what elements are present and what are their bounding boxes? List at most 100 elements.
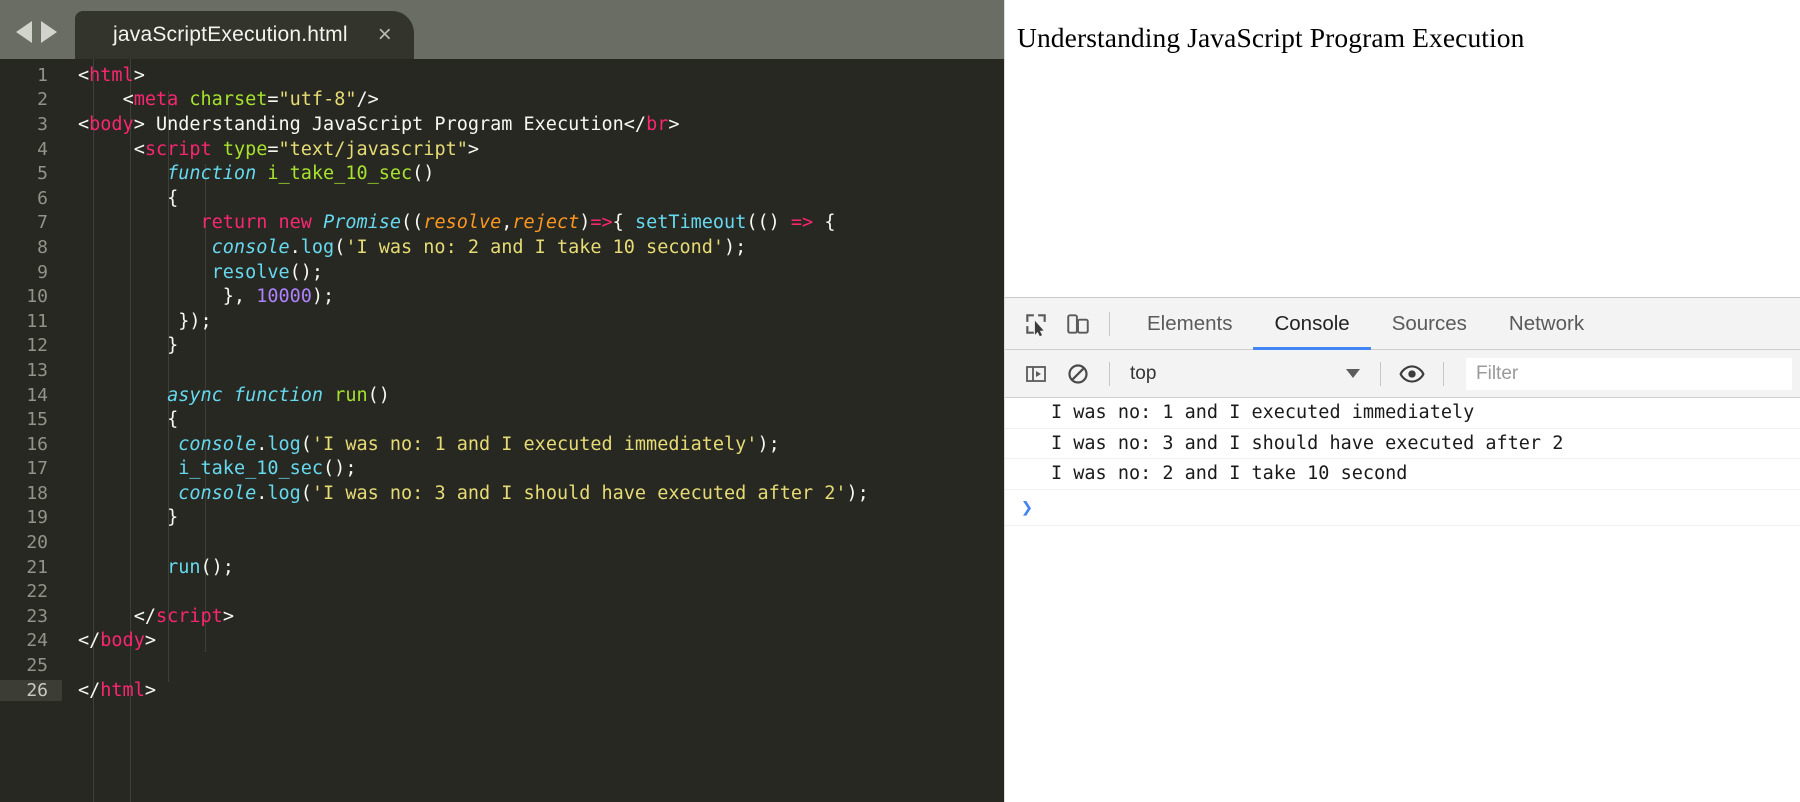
code-line[interactable]: 23 </script>: [0, 604, 1004, 629]
rendered-page-view: Understanding JavaScript Program Executi…: [1005, 0, 1800, 297]
editor-nav-arrows: [0, 21, 75, 59]
code-line-text: }: [78, 335, 179, 357]
close-icon[interactable]: ×: [378, 23, 392, 47]
console-message: I was no: 1 and I executed immediately: [1005, 398, 1800, 429]
code-line-text: </body>: [78, 630, 156, 652]
page-title: Understanding JavaScript Program Executi…: [1017, 22, 1525, 53]
code-line-text: <meta charset="utf-8"/>: [122, 89, 379, 111]
code-line[interactable]: 6 {: [0, 186, 1004, 211]
line-number: 8: [37, 236, 48, 258]
code-line[interactable]: 11 });: [0, 309, 1004, 334]
clear-console-icon[interactable]: [1057, 353, 1099, 395]
code-line[interactable]: 22: [0, 579, 1004, 604]
console-filter-toolbar: top: [1005, 350, 1800, 398]
code-line[interactable]: 7 return new Promise((resolve,reject)=>{…: [0, 211, 1004, 236]
console-input-prompt[interactable]: ❯: [1005, 490, 1800, 526]
editor-tab-label: javaScriptExecution.html: [113, 23, 348, 46]
code-line-text: {: [78, 187, 179, 209]
line-number: 5: [37, 163, 48, 185]
code-line[interactable]: 8 console.log('I was no: 2 and I take 10…: [0, 235, 1004, 260]
code-line[interactable]: 13: [0, 358, 1004, 383]
inspect-element-icon[interactable]: [1015, 303, 1057, 345]
code-line[interactable]: 17 i_take_10_sec();: [0, 457, 1004, 482]
line-number: 22: [26, 581, 48, 603]
code-lines: 1 <html> 2 <meta charset="utf-8"/> 3 <body> …: [0, 63, 1004, 702]
code-line[interactable]: 20: [0, 530, 1004, 555]
code-line-text: async function run(): [167, 384, 390, 406]
line-number: 17: [26, 458, 48, 480]
devtools-panel: Elements Console Sources Network top Fil…: [1005, 297, 1800, 802]
line-number: 9: [37, 261, 48, 283]
console-message-list: I was no: 1 and I executed immediately I …: [1005, 398, 1800, 490]
nav-forward-icon[interactable]: [41, 21, 57, 43]
devtools-tab-console[interactable]: Console: [1253, 298, 1371, 350]
code-area[interactable]: 1 <html> 2 <meta charset="utf-8"/> 3 <body> …: [0, 59, 1004, 802]
code-line-text: }, 10000);: [78, 286, 335, 308]
code-line[interactable]: 15 {: [0, 407, 1004, 432]
line-number: 24: [26, 630, 48, 652]
line-number: 11: [26, 310, 48, 332]
code-line-text: <body> Understanding JavaScript Program …: [78, 113, 680, 135]
code-line[interactable]: 12 }: [0, 334, 1004, 359]
nav-back-icon[interactable]: [16, 21, 32, 43]
code-line-text: console.log('I was no: 1 and I executed …: [178, 433, 780, 455]
devtools-tab-elements[interactable]: Elements: [1126, 298, 1253, 350]
console-output[interactable]: I was no: 1 and I executed immediately I …: [1005, 398, 1800, 802]
code-line-text: i_take_10_sec();: [178, 458, 357, 480]
editor-tab-javascriptexecution[interactable]: javaScriptExecution.html ×: [75, 11, 414, 59]
line-number: 2: [37, 89, 48, 111]
code-line-text: <script type="text/javascript">: [133, 138, 480, 160]
line-number: 18: [26, 482, 48, 504]
filterbar-divider-1: [1109, 361, 1110, 386]
console-filter-input[interactable]: [1466, 357, 1792, 390]
console-context-select[interactable]: top: [1120, 357, 1370, 391]
line-number: 14: [26, 384, 48, 406]
devtools-tab-list: Elements Console Sources Network: [1126, 298, 1605, 350]
code-line-text: console.log('I was no: 3 and I should ha…: [178, 482, 869, 504]
editor-tabbar: javaScriptExecution.html ×: [0, 0, 1004, 59]
code-line-text: </html>: [78, 679, 156, 701]
code-line[interactable]: 19 }: [0, 506, 1004, 531]
code-line[interactable]: 3 <body> Understanding JavaScript Program…: [0, 112, 1004, 137]
line-number: 10: [26, 286, 48, 308]
line-number: 6: [37, 187, 48, 209]
line-number: 16: [26, 433, 48, 455]
code-line[interactable]: 9 resolve();: [0, 260, 1004, 285]
code-line-text: resolve();: [211, 261, 324, 283]
devtools-tab-network[interactable]: Network: [1488, 298, 1605, 350]
line-number: 1: [37, 64, 48, 86]
live-expression-icon[interactable]: [1391, 353, 1433, 395]
line-number: 20: [26, 532, 48, 554]
code-line[interactable]: 18 console.log('I was no: 3 and I should…: [0, 481, 1004, 506]
console-sidebar-icon[interactable]: [1015, 353, 1057, 395]
code-line[interactable]: 26 </html>: [0, 678, 1004, 703]
code-line[interactable]: 14 async function run(): [0, 383, 1004, 408]
code-line[interactable]: 25: [0, 653, 1004, 678]
code-line[interactable]: 4 <script type="text/javascript">: [0, 137, 1004, 162]
prompt-chevron-icon: ❯: [1021, 495, 1034, 519]
devtools-tab-sources[interactable]: Sources: [1371, 298, 1488, 350]
code-line[interactable]: 16 console.log('I was no: 1 and I execut…: [0, 432, 1004, 457]
code-line-text: return new Promise((resolve,reject)=>{ s…: [200, 212, 836, 234]
device-toolbar-icon[interactable]: [1057, 303, 1099, 345]
line-number: 3: [37, 113, 48, 135]
line-number: 4: [37, 138, 48, 160]
code-line-text: function i_take_10_sec(): [167, 163, 435, 185]
code-line-text: }: [78, 507, 179, 529]
chevron-down-icon: [1346, 369, 1360, 378]
code-line-text: <html>: [78, 64, 145, 86]
code-line[interactable]: 24 </body>: [0, 629, 1004, 654]
code-editor-pane: javaScriptExecution.html × 1 <html> 2 <met…: [0, 0, 1004, 802]
line-number: 12: [26, 335, 48, 357]
code-line[interactable]: 2 <meta charset="utf-8"/>: [0, 88, 1004, 113]
toolbar-divider: [1109, 311, 1110, 336]
code-line[interactable]: 10 }, 10000);: [0, 284, 1004, 309]
code-line[interactable]: 1 <html>: [0, 63, 1004, 88]
code-line-text: });: [78, 310, 212, 332]
code-line[interactable]: 21 run();: [0, 555, 1004, 580]
code-line-text: </script>: [133, 605, 234, 627]
code-line[interactable]: 5 function i_take_10_sec(): [0, 161, 1004, 186]
line-number: 23: [26, 605, 48, 627]
code-line-text: run();: [167, 556, 234, 578]
devtools-tabbar: Elements Console Sources Network: [1005, 298, 1800, 350]
